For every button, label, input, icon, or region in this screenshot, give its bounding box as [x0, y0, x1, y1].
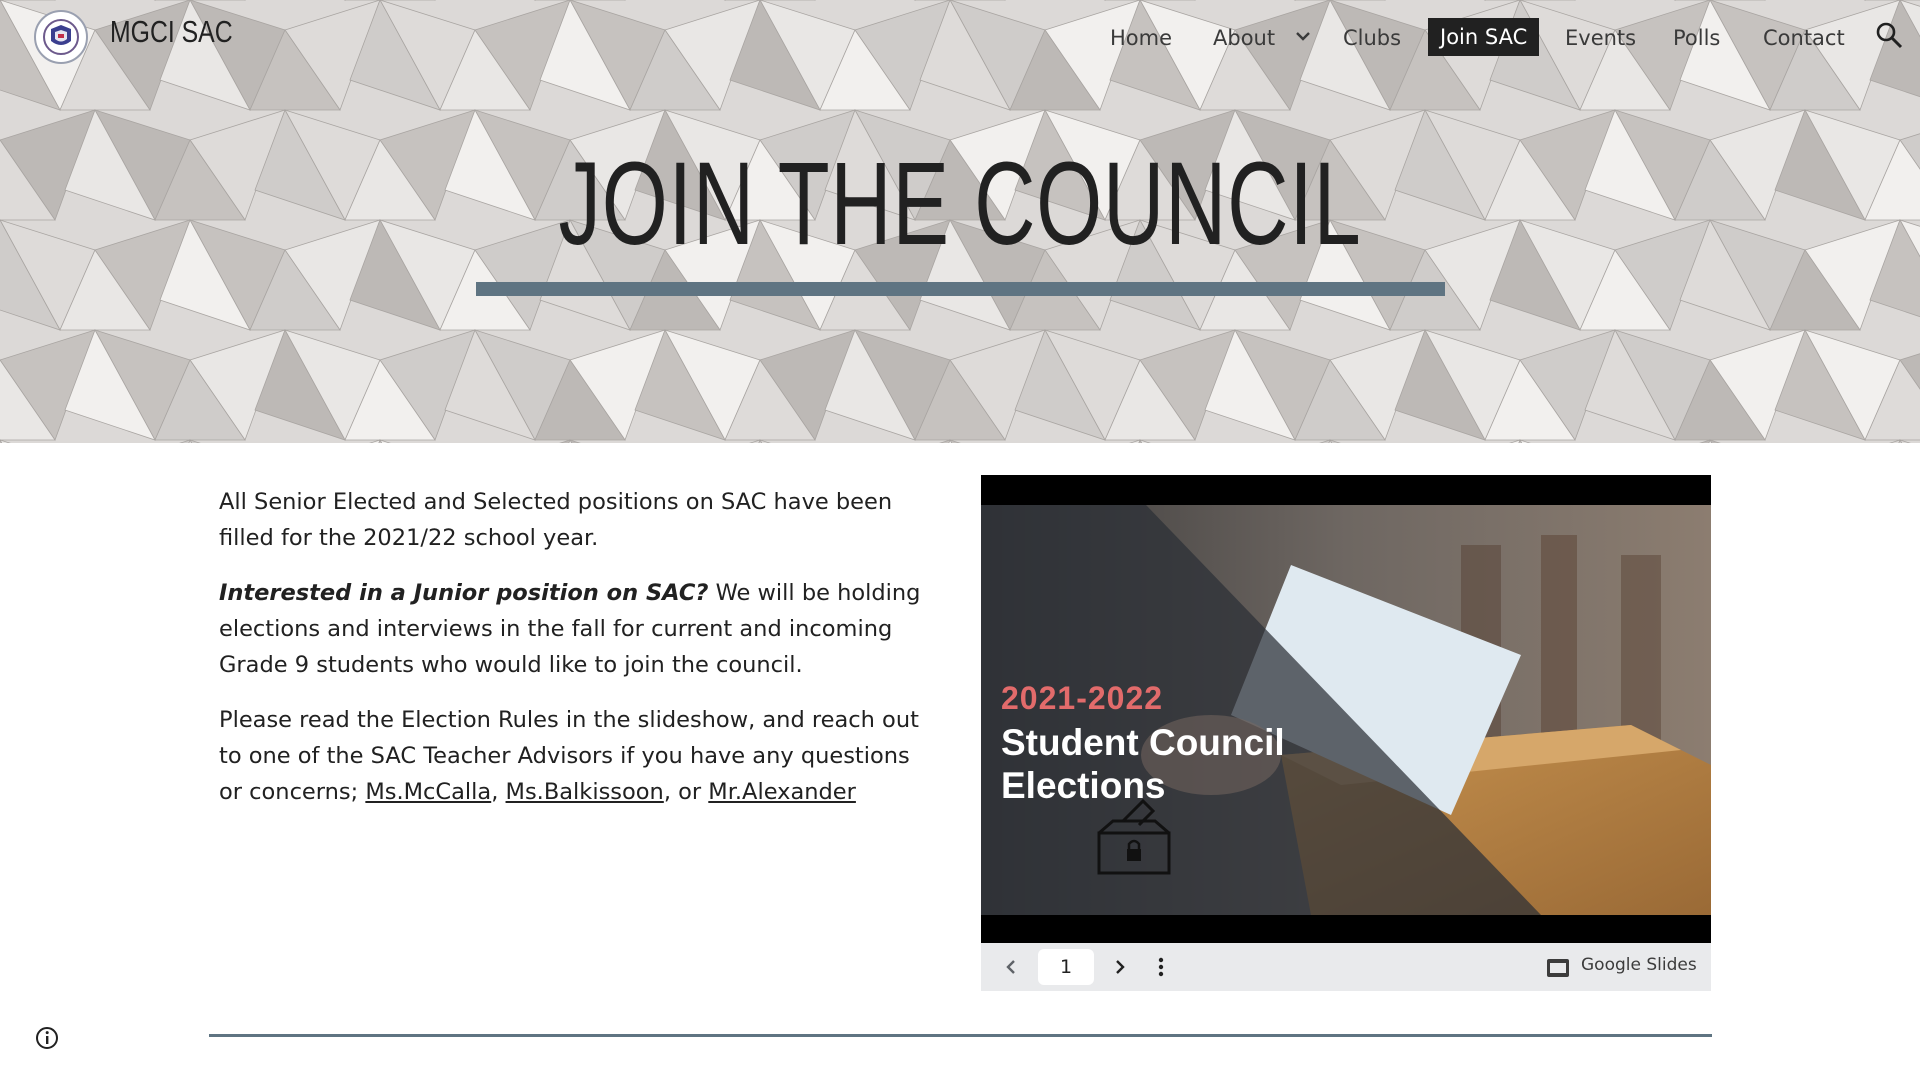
page-title: JOIN THE COUNCIL — [558, 138, 1362, 270]
chevron-down-icon[interactable] — [1291, 24, 1315, 48]
election-rules-paragraph: Please read the Election Rules in the sl… — [219, 702, 929, 810]
search-icon[interactable] — [1874, 20, 1904, 50]
junior-position-paragraph: Interested in a Junior position on SAC? … — [219, 575, 929, 683]
ballot-box-icon — [1097, 798, 1171, 875]
crest-icon — [43, 19, 79, 55]
join-info-text: All Senior Elected and Selected position… — [219, 484, 929, 829]
advisor-separator: , or — [663, 779, 709, 805]
site-title[interactable]: MGCI SAC — [110, 14, 233, 50]
nav-item-about[interactable]: About — [1213, 19, 1275, 57]
advisor-link-alexander[interactable]: Mr.Alexander — [708, 779, 856, 805]
google-slides-label[interactable]: Google Slides — [1581, 955, 1697, 975]
page-number-field[interactable]: 1 — [1038, 949, 1094, 985]
hero-banner: MGCI SAC Home About Clubs Join SAC Event… — [0, 0, 1920, 443]
school-logo[interactable] — [34, 10, 88, 64]
top-navigation-bar: MGCI SAC Home About Clubs Join SAC Event… — [0, 0, 1920, 72]
title-underline — [476, 282, 1445, 296]
slides-controls-bar: 1 Google Slides — [981, 943, 1711, 991]
google-slides-icon — [1547, 959, 1569, 977]
more-vert-icon[interactable] — [1149, 955, 1173, 979]
google-slides-embed[interactable]: 2021-2022 Student Council Elections 1 Go… — [981, 475, 1711, 991]
advisor-separator: , — [491, 779, 506, 805]
section-divider — [209, 1034, 1712, 1037]
nav-item-events[interactable]: Events — [1565, 19, 1636, 57]
nav-item-contact[interactable]: Contact — [1763, 19, 1845, 57]
info-icon[interactable] — [34, 1025, 60, 1051]
nav-item-clubs[interactable]: Clubs — [1343, 19, 1401, 57]
slide-preview[interactable]: 2021-2022 Student Council Elections — [981, 505, 1711, 915]
chevron-left-icon[interactable] — [999, 955, 1023, 979]
junior-position-question: Interested in a Junior position on SAC? — [219, 580, 709, 606]
advisor-link-mccalla[interactable]: Ms.McCalla — [365, 779, 491, 805]
advisor-link-balkissoon[interactable]: Ms.Balkissoon — [506, 779, 664, 805]
chevron-right-icon[interactable] — [1108, 955, 1132, 979]
positions-filled-paragraph: All Senior Elected and Selected position… — [219, 489, 893, 551]
nav-item-home[interactable]: Home — [1110, 19, 1172, 57]
nav-item-polls[interactable]: Polls — [1673, 19, 1720, 57]
nav-item-join-sac[interactable]: Join SAC — [1428, 18, 1540, 56]
slide-year: 2021-2022 — [1001, 680, 1164, 716]
